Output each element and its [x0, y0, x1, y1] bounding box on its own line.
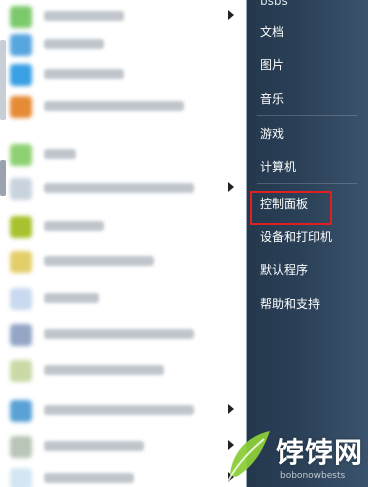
- chevron-right-icon: [228, 404, 234, 414]
- program-icon: [10, 6, 32, 28]
- menu-item-pictures[interactable]: 图片: [260, 57, 284, 73]
- menu-item-help-support[interactable]: 帮助和支持: [260, 296, 320, 312]
- start-menu-right-pane: bsbs 文档 图片 音乐 游戏 计算机 控制面板 设备和打印机 默认程序 帮助…: [247, 0, 368, 487]
- watermark-text: 饽饽网: [276, 436, 364, 469]
- program-icon: [10, 96, 32, 118]
- program-item[interactable]: [0, 0, 246, 30]
- program-label: [44, 473, 134, 483]
- program-item[interactable]: [0, 394, 246, 424]
- program-label: [44, 11, 124, 21]
- program-icon: [10, 468, 32, 487]
- menu-separator: [257, 115, 357, 116]
- program-icon: [10, 216, 32, 238]
- program-label: [44, 101, 184, 111]
- chevron-right-icon: [228, 10, 234, 20]
- program-label: [44, 293, 99, 303]
- program-icon: [10, 34, 32, 56]
- program-label: [44, 39, 104, 49]
- menu-item-games[interactable]: 游戏: [260, 126, 284, 142]
- program-icon: [10, 144, 32, 166]
- program-item[interactable]: [0, 282, 246, 312]
- program-item[interactable]: [0, 210, 246, 240]
- program-label: [44, 221, 104, 231]
- program-icon: [10, 288, 32, 310]
- program-icon: [10, 400, 32, 422]
- watermark: 饽饽网 bobonowbests: [210, 425, 368, 487]
- program-item[interactable]: [0, 58, 246, 88]
- menu-item-documents[interactable]: 文档: [260, 24, 284, 40]
- program-item[interactable]: [0, 354, 246, 384]
- program-label: [44, 365, 164, 375]
- program-label: [44, 256, 154, 266]
- program-list: [0, 0, 247, 487]
- program-icon: [10, 64, 32, 86]
- program-label: [44, 405, 194, 415]
- program-item[interactable]: [0, 138, 246, 168]
- menu-item-music[interactable]: 音乐: [260, 91, 284, 107]
- program-icon: [10, 178, 32, 200]
- program-item[interactable]: [0, 28, 246, 58]
- program-icon: [10, 360, 32, 382]
- program-icon: [10, 251, 32, 273]
- watermark-subtext: bobonowbests: [280, 471, 346, 481]
- menu-item-default-programs[interactable]: 默认程序: [260, 262, 308, 278]
- leaf-logo: [227, 431, 270, 482]
- program-item[interactable]: [0, 318, 246, 348]
- program-item[interactable]: [0, 90, 246, 120]
- program-icon: [10, 436, 32, 458]
- program-icon: [10, 324, 32, 346]
- program-item[interactable]: [0, 172, 246, 202]
- program-label: [44, 149, 76, 159]
- program-label: [44, 183, 194, 193]
- program-item[interactable]: [0, 245, 246, 275]
- menu-item-top-partial[interactable]: bsbs: [260, 0, 288, 9]
- menu-item-computer[interactable]: 计算机: [260, 159, 296, 175]
- menu-item-devices-printers[interactable]: 设备和打印机: [260, 229, 332, 245]
- program-label: [44, 329, 194, 339]
- highlight-box: [250, 191, 332, 225]
- chevron-right-icon: [228, 182, 234, 192]
- program-label: [44, 441, 144, 451]
- menu-separator: [257, 183, 357, 184]
- program-label: [44, 69, 124, 79]
